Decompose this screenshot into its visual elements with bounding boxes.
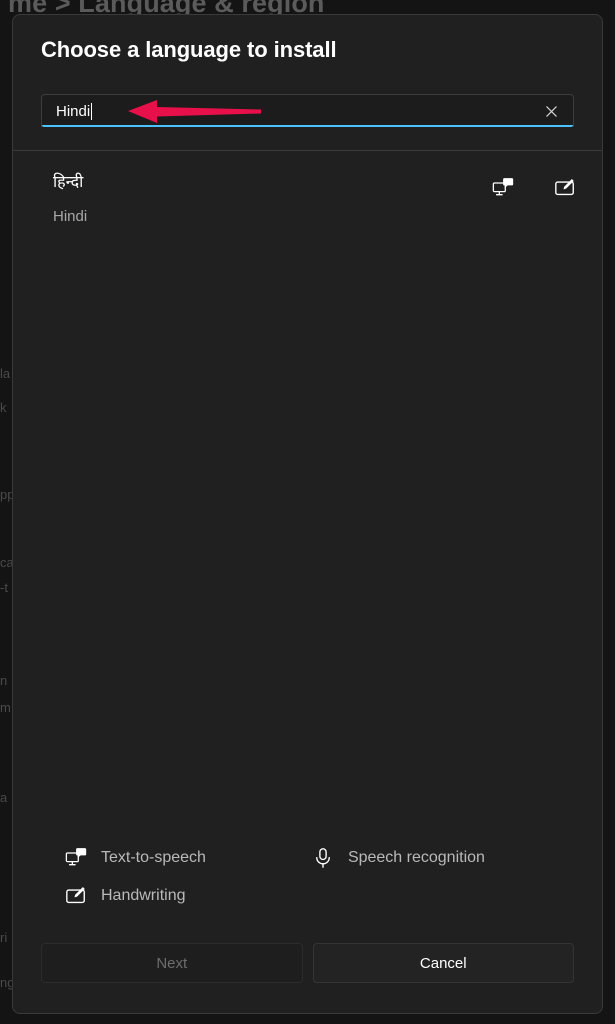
- clear-search-button[interactable]: [537, 98, 565, 124]
- microphone-icon: [316, 848, 330, 868]
- capability-legend: Text-to-speech Speech recognition Handwr…: [13, 817, 602, 919]
- choose-language-dialog: Choose a language to install Hindi हिन्द…: [12, 14, 603, 1014]
- search-focus-underline: [42, 125, 573, 127]
- dialog-footer: Next Cancel: [13, 919, 602, 1013]
- search-input-value[interactable]: Hindi: [56, 103, 90, 120]
- screen: me > Language & region la k pp ca -t n m a ri ng …: [0, 0, 615, 1024]
- language-native-name: हिन्दी: [53, 174, 84, 191]
- dialog-header: Choose a language to install: [13, 15, 602, 63]
- legend-handwriting: Handwriting: [65, 885, 185, 907]
- language-capability-icons: [492, 172, 576, 199]
- close-icon: [545, 105, 557, 117]
- legend-row-1: Text-to-speech Speech recognition: [13, 839, 602, 877]
- background-text-fragment: a: [0, 790, 8, 805]
- background-text-fragment: ri: [0, 930, 8, 945]
- handwriting-icon: [66, 887, 85, 904]
- background-text-fragment: la: [0, 366, 11, 381]
- text-to-speech-icon: [492, 178, 514, 196]
- background-text-fragment: n: [0, 673, 8, 688]
- legend-text-to-speech: Text-to-speech: [65, 847, 206, 869]
- legend-label: Speech recognition: [347, 849, 485, 866]
- dialog-title: Choose a language to install: [41, 37, 337, 62]
- language-results-list: हिन्दी Hindi: [13, 151, 602, 817]
- background-text-fragment: k: [0, 400, 7, 415]
- search-field-wrapper: Hindi: [41, 94, 574, 128]
- text-to-speech-icon: [65, 848, 87, 866]
- background-text-fragment: -t: [0, 580, 8, 595]
- background-text-fragment: m: [0, 700, 11, 715]
- handwriting-icon: [555, 179, 574, 196]
- list-item[interactable]: हिन्दी Hindi: [13, 163, 602, 238]
- text-caret: [91, 102, 93, 120]
- next-button[interactable]: Next: [41, 943, 303, 983]
- legend-row-2: Handwriting: [13, 877, 602, 915]
- legend-label: Text-to-speech: [101, 849, 206, 866]
- legend-label: Handwriting: [101, 887, 186, 904]
- language-english-name: Hindi: [53, 208, 88, 225]
- cancel-button[interactable]: Cancel: [312, 943, 574, 983]
- language-names: हिन्दी Hindi: [53, 172, 492, 228]
- language-search-box[interactable]: Hindi: [41, 94, 574, 127]
- legend-speech-recognition: Speech recognition: [312, 847, 485, 869]
